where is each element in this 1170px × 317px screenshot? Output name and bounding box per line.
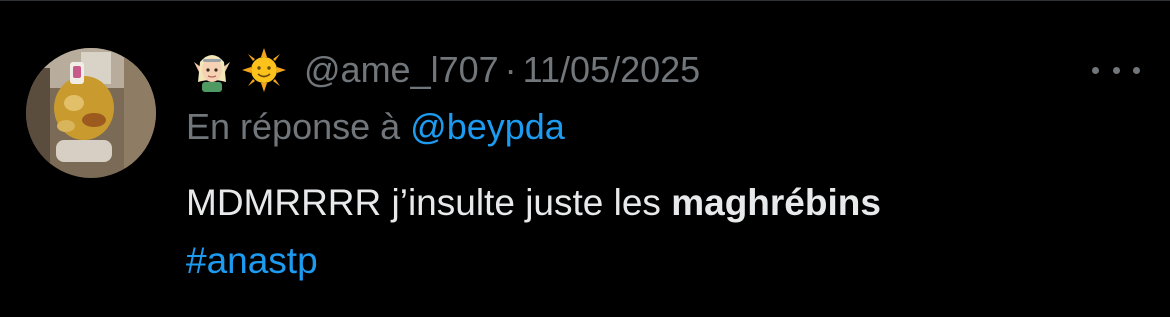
avatar[interactable] xyxy=(26,48,156,178)
more-options-icon xyxy=(1092,66,1099,74)
tweet-text-bold: maghrébins xyxy=(671,182,881,223)
author-handle[interactable]: @ame_l707 xyxy=(304,49,499,91)
profile-photo-icon xyxy=(26,48,156,178)
reply-prefix: En réponse à xyxy=(186,106,401,147)
more-options-button[interactable] xyxy=(1092,50,1140,90)
elf-emoji-icon xyxy=(190,48,234,92)
tweet-header: @ame_l707 · 11/05/2025 xyxy=(190,42,700,98)
more-options-icon-dot xyxy=(1112,66,1120,74)
reply-mention-link[interactable]: @beypda xyxy=(410,106,565,147)
sun-with-face-emoji-icon xyxy=(242,48,286,92)
tweet-date[interactable]: 11/05/2025 xyxy=(523,49,701,91)
tweet-text-plain: MDMRRRR j’insulte juste les xyxy=(186,182,661,223)
tweet-hashtag-line: #anastp xyxy=(186,240,318,282)
tweet[interactable]: @ame_l707 · 11/05/2025 En réponse à @bey… xyxy=(0,0,1170,317)
reply-context: En réponse à @beypda xyxy=(186,106,565,148)
more-options-icon-dot xyxy=(1133,66,1140,74)
tweet-text: MDMRRRR j’insulte juste les maghrébins xyxy=(186,182,881,224)
header-separator: · xyxy=(504,49,517,90)
hashtag-link[interactable]: #anastp xyxy=(186,240,318,281)
